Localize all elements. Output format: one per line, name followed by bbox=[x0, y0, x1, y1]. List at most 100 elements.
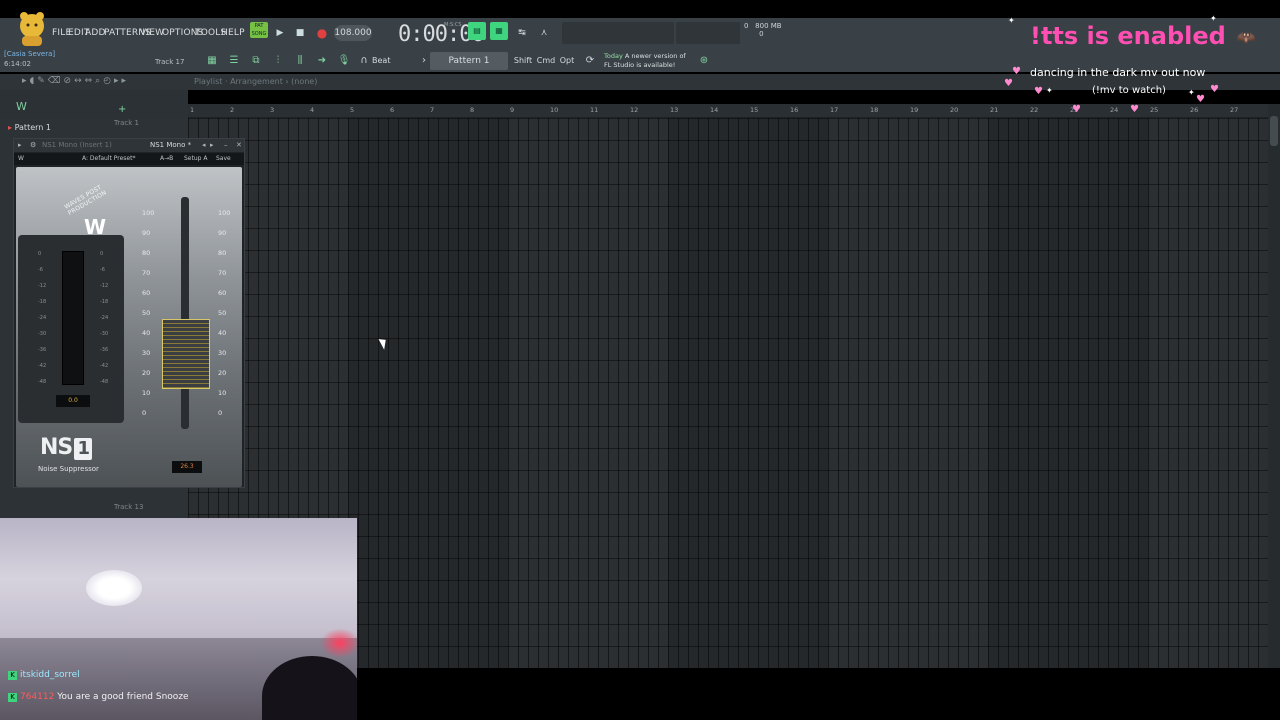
minimize-icon[interactable]: – bbox=[224, 141, 228, 149]
scale-tick: 70 bbox=[142, 269, 151, 277]
step-edit-icon[interactable]: ▦ bbox=[490, 22, 508, 40]
meter-value: 0.0 bbox=[56, 395, 90, 407]
bar-number: 16 bbox=[790, 106, 799, 114]
bar-number: 4 bbox=[310, 106, 315, 114]
chat-badge-icon: K bbox=[8, 671, 17, 680]
typing-keyboard-icon[interactable]: ▤ bbox=[468, 22, 486, 40]
prev-preset-icon[interactable]: ◂ bbox=[202, 141, 206, 149]
heart-icon: ♥ bbox=[1196, 94, 1205, 105]
preset-selector[interactable]: A: Default Preset* bbox=[82, 155, 135, 162]
setup-button[interactable]: Setup A bbox=[184, 155, 207, 162]
playlist-tools[interactable]: ▸◖✎⌫⊘↔⇔⌕◴▸▸ bbox=[22, 76, 129, 86]
channel-rack-icon[interactable]: ⧉ bbox=[248, 53, 264, 69]
scale-tick: -6 bbox=[38, 267, 43, 273]
piano-roll-icon[interactable]: ☰ bbox=[226, 53, 242, 69]
cpu-value: 0 bbox=[744, 22, 749, 30]
next-preset-icon[interactable]: ▸ bbox=[210, 141, 214, 149]
scale-tick: 90 bbox=[142, 229, 151, 237]
pattern-song-toggle[interactable]: PAT SONG bbox=[250, 22, 268, 38]
hint-track-label: Track 17 bbox=[155, 58, 185, 66]
scale-tick: 100 bbox=[142, 209, 155, 217]
scale-tick: -42 bbox=[100, 363, 109, 369]
bar-number: 11 bbox=[590, 106, 599, 114]
scale-tick: 20 bbox=[218, 369, 227, 377]
bar-number: 7 bbox=[430, 106, 435, 114]
scale-tick: -30 bbox=[38, 331, 47, 337]
grid-shade bbox=[988, 118, 1148, 668]
chat-username: 764112 bbox=[20, 692, 55, 702]
close-icon[interactable]: ✕ bbox=[236, 141, 242, 149]
scale-tick: 50 bbox=[218, 309, 227, 317]
bar-number: 10 bbox=[550, 106, 559, 114]
wait-input-icon[interactable]: ↹ bbox=[514, 25, 530, 41]
plugin-gear-icon[interactable]: ⚙ bbox=[30, 141, 36, 149]
metronome-icon[interactable]: ⋏ bbox=[536, 25, 552, 41]
menu-view[interactable]: VIEW bbox=[140, 28, 164, 38]
snap-selector[interactable]: Beat bbox=[372, 53, 390, 69]
fader-track[interactable] bbox=[181, 197, 189, 429]
magnet-icon[interactable]: ∩ bbox=[356, 53, 372, 69]
tempo-display[interactable]: 108.000 bbox=[334, 25, 372, 41]
microphone-icon[interactable]: 🎙 bbox=[336, 53, 352, 69]
volume-panel bbox=[676, 22, 740, 44]
grid-shade bbox=[348, 118, 508, 668]
vertical-scrollbar[interactable] bbox=[1268, 104, 1280, 668]
scrollbar-thumb[interactable] bbox=[1270, 116, 1278, 146]
overlay-line1: dancing in the dark mv out now bbox=[1030, 66, 1206, 79]
track-label[interactable]: Track 1 bbox=[114, 119, 139, 127]
bar-number: 5 bbox=[350, 106, 355, 114]
save-button[interactable]: Save bbox=[216, 155, 231, 162]
add-track-icon[interactable]: + bbox=[118, 104, 126, 115]
mixer-icon[interactable]: ⫶ bbox=[270, 53, 286, 69]
brand-text: WAVES POST PRODUCTION bbox=[63, 183, 108, 217]
plugin-arrow-icon[interactable]: ▸ bbox=[18, 141, 22, 149]
scale-tick: -24 bbox=[38, 315, 47, 321]
scale-tick: 90 bbox=[218, 229, 227, 237]
bar-number: 3 bbox=[270, 106, 275, 114]
scale-tick: -30 bbox=[100, 331, 109, 337]
news-line1: A newer version of bbox=[624, 52, 686, 60]
pattern-selector[interactable]: Pattern 1 bbox=[430, 52, 508, 70]
bar-number: 1 bbox=[190, 106, 195, 114]
arrow-right-icon[interactable]: ➜ bbox=[314, 53, 330, 69]
product-number: 1 bbox=[74, 438, 93, 460]
bar-number: 24 bbox=[1110, 106, 1119, 114]
menu-add[interactable]: ADD bbox=[85, 28, 106, 38]
online-icon[interactable]: ⊛ bbox=[696, 53, 712, 69]
ab-button[interactable]: A→B bbox=[160, 155, 173, 162]
suppression-fader[interactable] bbox=[162, 319, 210, 389]
record-button[interactable]: ● bbox=[314, 25, 330, 41]
fader-value[interactable]: 26.3 bbox=[172, 461, 202, 473]
scale-tick: 30 bbox=[142, 349, 151, 357]
pattern-clip-label: Pattern 1 bbox=[14, 123, 51, 132]
menu-help[interactable]: HELP bbox=[221, 28, 245, 38]
track-label[interactable]: Track 13 bbox=[114, 503, 143, 511]
timeline-ruler[interactable]: 1 2 3 4 5 6 7 8 9 10 11 12 13 14 15 16 17 18 19 20 21 22 23 24 2… bbox=[188, 104, 1268, 118]
scale-tick: 0 bbox=[100, 251, 104, 257]
plugin-title-bar[interactable]: ▸ ⚙ NS1 Mono (Insert 1) NS1 Mono * ◂ ▸ –… bbox=[14, 139, 244, 152]
playlist-tool-strip: W + bbox=[0, 90, 188, 118]
shift-key-button[interactable]: Shift bbox=[512, 53, 534, 69]
news-line2: FL Studio is available! bbox=[604, 61, 676, 69]
chat-message: Kitskidd_sorrel bbox=[8, 670, 80, 680]
play-button[interactable]: ▶ bbox=[272, 25, 288, 41]
chat-username: itskidd_sorrel bbox=[20, 670, 80, 680]
stop-button[interactable]: ■ bbox=[292, 25, 308, 41]
news-ticker[interactable]: Today A newer version of FL Studio is av… bbox=[604, 52, 686, 70]
product-name: NS bbox=[40, 435, 73, 460]
snap-icon[interactable]: W bbox=[16, 100, 27, 113]
system-monitor: 0 800 MB 0 bbox=[744, 22, 782, 38]
bar-number: 25 bbox=[1150, 106, 1159, 114]
heart-icon: ♥ bbox=[1210, 84, 1219, 95]
scale-tick: 70 bbox=[218, 269, 227, 277]
browser-icon[interactable]: ⫼ bbox=[292, 53, 308, 69]
opt-key-button[interactable]: Opt bbox=[558, 53, 576, 69]
red-light bbox=[320, 628, 357, 658]
refresh-icon[interactable]: ⟳ bbox=[582, 53, 598, 69]
scale-tick: -18 bbox=[100, 299, 109, 305]
playlist-icon[interactable]: ▦ bbox=[204, 53, 220, 69]
pattern-clip-header[interactable]: ▸ Pattern 1 bbox=[8, 123, 51, 132]
cmd-key-button[interactable]: Cmd bbox=[536, 53, 556, 69]
sparkle-icon: ✦ bbox=[1008, 16, 1015, 25]
scale-tick: -6 bbox=[100, 267, 105, 273]
